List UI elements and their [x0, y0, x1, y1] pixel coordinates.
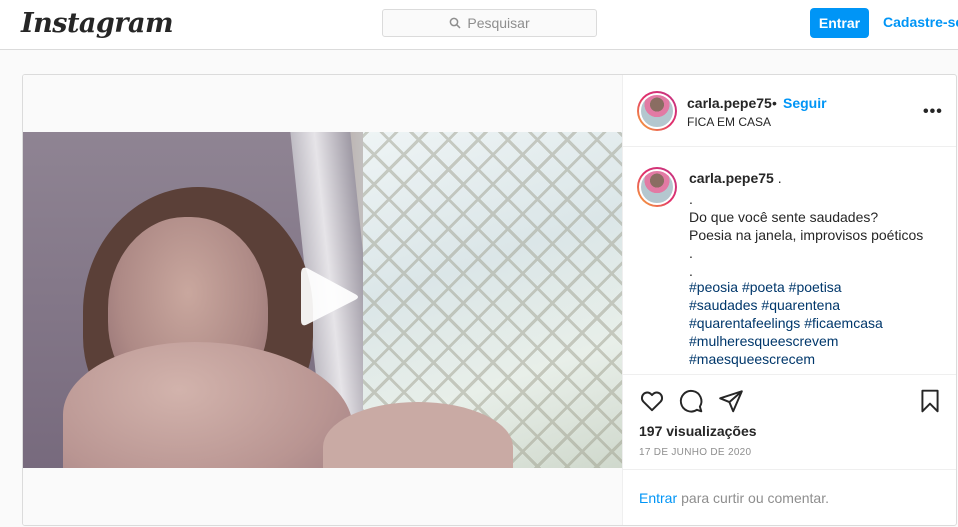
- share-icon[interactable]: [718, 388, 744, 414]
- follow-button[interactable]: Seguir: [783, 95, 827, 111]
- hashtag-link[interactable]: #poetisa: [789, 279, 842, 295]
- search-placeholder: Pesquisar: [467, 15, 530, 31]
- post-sidebar: carla.pepe75 • Seguir FICA EM CASA ••• c…: [622, 75, 956, 525]
- caption-line: .: [689, 191, 693, 207]
- video-player[interactable]: [23, 132, 622, 468]
- caption-line: .: [689, 245, 693, 261]
- search-icon: [450, 17, 461, 29]
- separator-dot: •: [772, 95, 777, 111]
- hashtag-list: #peosia #poeta #poetisa #saudades #quare…: [689, 278, 949, 368]
- heart-icon[interactable]: [639, 388, 665, 414]
- view-count[interactable]: 197 visualizações: [639, 423, 757, 439]
- top-navigation-bar: Instagram Pesquisar Entrar Cadastre-se: [0, 0, 958, 50]
- hashtag-link[interactable]: #poeta: [742, 279, 785, 295]
- bookmark-icon[interactable]: [917, 388, 943, 414]
- hashtag-line: #maesqueescrecem: [689, 350, 949, 368]
- login-button[interactable]: Entrar: [810, 8, 869, 38]
- caption-area: carla.pepe75 . . Do que você sente sauda…: [623, 147, 956, 375]
- caption-header: carla.pepe75 .: [689, 170, 782, 186]
- hashtag-link[interactable]: #quarentena: [761, 297, 840, 313]
- post-card: carla.pepe75 • Seguir FICA EM CASA ••• c…: [22, 74, 957, 526]
- hashtag-line: #quarentafeelings #ficaemcasa: [689, 314, 949, 332]
- instagram-logo[interactable]: Instagram: [21, 8, 174, 39]
- caption-avatar[interactable]: [637, 167, 677, 207]
- avatar[interactable]: [637, 91, 677, 131]
- post-username[interactable]: carla.pepe75: [687, 95, 772, 111]
- hashtag-line: #peosia #poeta #poetisa: [689, 278, 949, 296]
- hashtag-link[interactable]: #ficaemcasa: [804, 315, 883, 331]
- login-to-comment-link[interactable]: Entrar: [639, 490, 677, 506]
- hashtag-link[interactable]: #maesqueescrecem: [689, 351, 815, 367]
- post-header: carla.pepe75 • Seguir FICA EM CASA •••: [623, 75, 956, 147]
- play-icon[interactable]: [293, 262, 363, 332]
- caption-avatar-image: [639, 169, 675, 205]
- signup-link[interactable]: Cadastre-se: [883, 14, 958, 30]
- hashtag-link[interactable]: #mulheresqueescrevem: [689, 333, 838, 349]
- hashtag-link[interactable]: #peosia: [689, 279, 738, 295]
- caption-text: . Do que você sente saudades? Poesia na …: [689, 190, 949, 280]
- comment-prompt: Entrar para curtir ou comentar.: [623, 470, 956, 525]
- caption-line: Poesia na janela, improvisos poéticos: [689, 227, 924, 243]
- comment-icon[interactable]: [678, 388, 704, 414]
- post-date: 17 DE JUNHO DE 2020: [639, 447, 752, 458]
- hashtag-link[interactable]: #quarentafeelings: [689, 315, 800, 331]
- post-media: [23, 75, 622, 525]
- hashtag-link[interactable]: #saudades: [689, 297, 758, 313]
- caption-username[interactable]: carla.pepe75: [689, 170, 774, 186]
- comment-prompt-text: para curtir ou comentar.: [681, 489, 829, 506]
- hashtag-line: #saudades #quarentena: [689, 296, 949, 314]
- caption-line: Do que você sente saudades?: [689, 209, 879, 225]
- caption-suffix: .: [773, 170, 782, 186]
- post-location[interactable]: FICA EM CASA: [687, 115, 771, 129]
- search-input[interactable]: Pesquisar: [382, 9, 597, 37]
- hashtag-line: #mulheresqueescrevem: [689, 332, 949, 350]
- post-actions: 197 visualizações 17 DE JUNHO DE 2020: [623, 375, 956, 470]
- more-options-icon[interactable]: •••: [923, 103, 943, 121]
- avatar-image: [639, 93, 675, 129]
